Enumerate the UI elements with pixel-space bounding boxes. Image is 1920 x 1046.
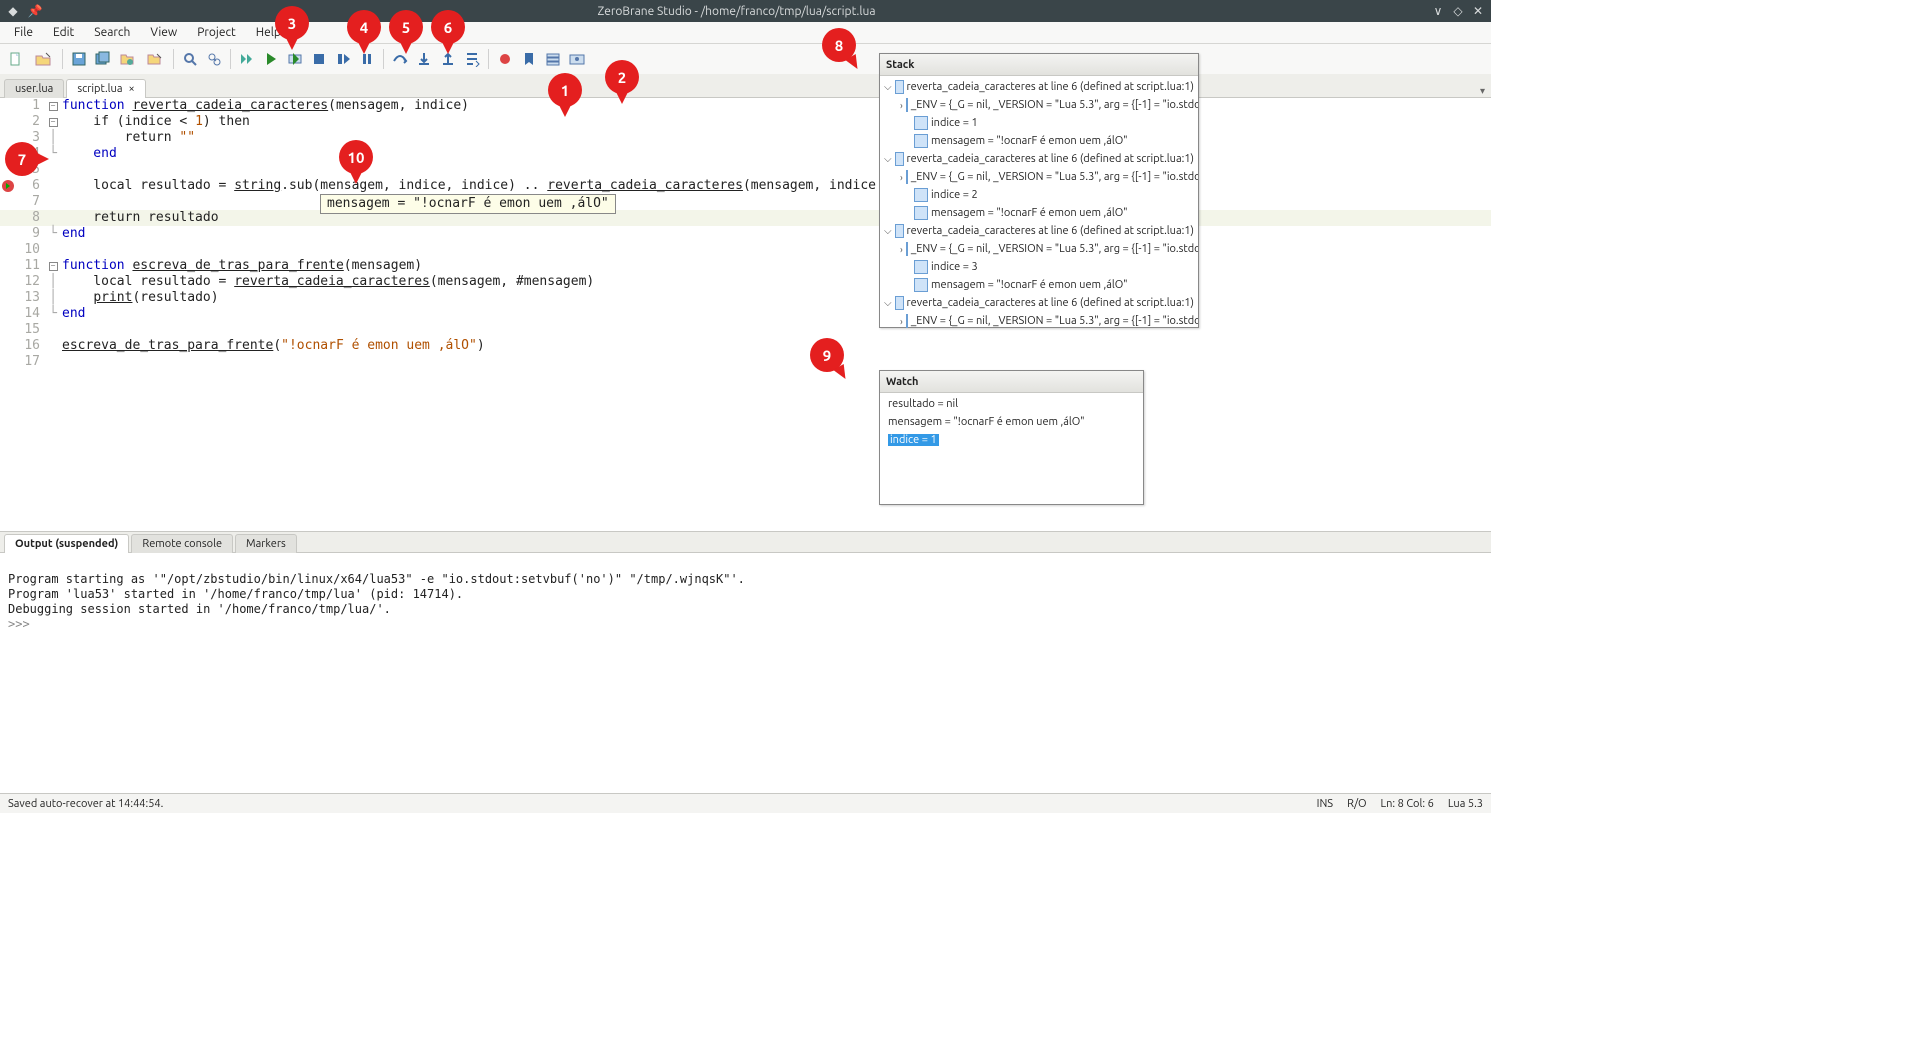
console-prompt: >>>: [8, 617, 30, 631]
titlebar: ◆ 📌 ZeroBrane Studio - /home/franco/tmp/…: [0, 0, 1491, 22]
recent-projects-icon[interactable]: [141, 49, 167, 69]
watch-mensagem[interactable]: mensagem = "!ocnarF é emon uem ,álO": [888, 416, 1085, 428]
var-icon: [906, 170, 908, 184]
run-icon[interactable]: [261, 49, 281, 69]
stack-panel[interactable]: Stack ⌵reverta_cadeia_caracteres at line…: [879, 53, 1199, 328]
callout-7: 7: [5, 142, 39, 176]
stack-frame-icon: [895, 296, 904, 310]
tab-script[interactable]: script.lua×: [66, 79, 145, 98]
statusbar: Saved auto-recover at 14:44:54. INS R/O …: [0, 793, 1491, 813]
new-file-icon[interactable]: [6, 49, 26, 69]
var-icon: [914, 116, 928, 130]
tree-toggle-icon[interactable]: ›: [900, 316, 903, 327]
var-icon: [914, 260, 928, 274]
var-icon: [906, 98, 908, 112]
step-into-icon[interactable]: [414, 49, 434, 69]
output-console[interactable]: Program starting as '"/opt/zbstudio/bin/…: [0, 553, 1491, 793]
var-icon: [906, 242, 908, 256]
app-menu-icon[interactable]: ◆: [6, 4, 20, 18]
callout-4: 4: [347, 10, 381, 44]
menu-edit[interactable]: Edit: [43, 23, 84, 42]
menu-search[interactable]: Search: [84, 23, 140, 42]
status-message: Saved auto-recover at 14:44:54.: [8, 798, 163, 810]
menu-view[interactable]: View: [140, 23, 187, 42]
breakpoint-marker[interactable]: [2, 180, 14, 192]
callout-5: 5: [389, 10, 423, 44]
stack-frame-icon: [895, 80, 904, 94]
watch-panel[interactable]: Watch resultado = nil mensagem = "!ocnar…: [879, 370, 1144, 505]
pause-continue-icon[interactable]: [333, 49, 353, 69]
var-icon: [914, 206, 928, 220]
var-icon: [914, 188, 928, 202]
watch-indice[interactable]: indice = 1: [888, 434, 939, 446]
stack-panel-title[interactable]: Stack: [880, 54, 1198, 76]
callout-3: 3: [275, 6, 309, 40]
stack-frame-icon: [895, 152, 904, 166]
output-tabs: Output (suspended) Remote console Marker…: [0, 531, 1491, 553]
close-button[interactable]: ✕: [1471, 4, 1485, 18]
tab-user[interactable]: user.lua: [4, 79, 64, 98]
tab-markers[interactable]: Markers: [235, 534, 297, 553]
tree-toggle-icon[interactable]: ›: [900, 172, 903, 183]
tree-toggle-icon[interactable]: ⌵: [884, 297, 892, 309]
stop-icon[interactable]: [309, 49, 329, 69]
tab-output[interactable]: Output (suspended): [4, 534, 129, 553]
watch-panel-title[interactable]: Watch: [880, 371, 1143, 393]
replace-icon[interactable]: [204, 49, 224, 69]
menu-project[interactable]: Project: [187, 23, 246, 42]
callout-2: 2: [605, 60, 639, 94]
save-icon[interactable]: [69, 49, 89, 69]
code-editor[interactable]: 1−function reverta_cadeia_caracteres(men…: [0, 98, 1491, 531]
watch-resultado[interactable]: resultado = nil: [888, 398, 958, 410]
project-dir-icon[interactable]: [117, 49, 137, 69]
run-to-cursor-icon[interactable]: [462, 49, 482, 69]
toolbar: [0, 44, 1491, 74]
callout-10: 10: [339, 140, 373, 174]
var-icon: [906, 314, 908, 328]
tree-toggle-icon[interactable]: ›: [900, 100, 903, 111]
find-icon[interactable]: [180, 49, 200, 69]
callout-8: 8: [822, 28, 856, 62]
tree-toggle-icon[interactable]: ⌵: [884, 153, 892, 165]
minimize-button[interactable]: ∨: [1431, 4, 1445, 18]
debug-icon[interactable]: [285, 49, 305, 69]
tree-toggle-icon[interactable]: ⌵: [884, 81, 892, 93]
run-fast-icon[interactable]: [237, 49, 257, 69]
status-position: Ln: 8 Col: 6: [1381, 798, 1434, 810]
tree-toggle-icon[interactable]: ⌵: [884, 225, 892, 237]
var-icon: [914, 134, 928, 148]
watch-view-icon[interactable]: [567, 49, 587, 69]
pin-icon[interactable]: 📌: [28, 4, 42, 18]
save-all-icon[interactable]: [93, 49, 113, 69]
window-title: ZeroBrane Studio - /home/franco/tmp/lua/…: [42, 5, 1431, 18]
stack-view-icon[interactable]: [543, 49, 563, 69]
status-lua-version: Lua 5.3: [1448, 798, 1483, 810]
callout-9: 9: [810, 338, 844, 372]
open-file-icon[interactable]: [30, 49, 56, 69]
close-tab-icon[interactable]: ×: [128, 83, 134, 95]
callout-1: 1: [548, 73, 582, 107]
toggle-breakpoint-icon[interactable]: [495, 49, 515, 69]
editor-tabs: user.lua script.lua× ▾: [0, 74, 1491, 98]
status-ro: R/O: [1347, 798, 1366, 810]
callout-6: 6: [431, 10, 465, 44]
toggle-bookmark-icon[interactable]: [519, 49, 539, 69]
hover-tooltip: mensagem = "!ocnarF é emon uem ,álO": [320, 194, 616, 214]
tree-toggle-icon[interactable]: ›: [900, 244, 903, 255]
tab-remote-console[interactable]: Remote console: [131, 534, 233, 553]
menu-file[interactable]: File: [4, 23, 43, 42]
menubar: File Edit Search View Project Help: [0, 22, 1491, 44]
status-ins: INS: [1317, 798, 1333, 810]
tabs-dropdown-icon[interactable]: ▾: [1480, 85, 1485, 97]
maximize-button[interactable]: ◇: [1451, 4, 1465, 18]
var-icon: [914, 278, 928, 292]
stack-frame-icon: [895, 224, 904, 238]
